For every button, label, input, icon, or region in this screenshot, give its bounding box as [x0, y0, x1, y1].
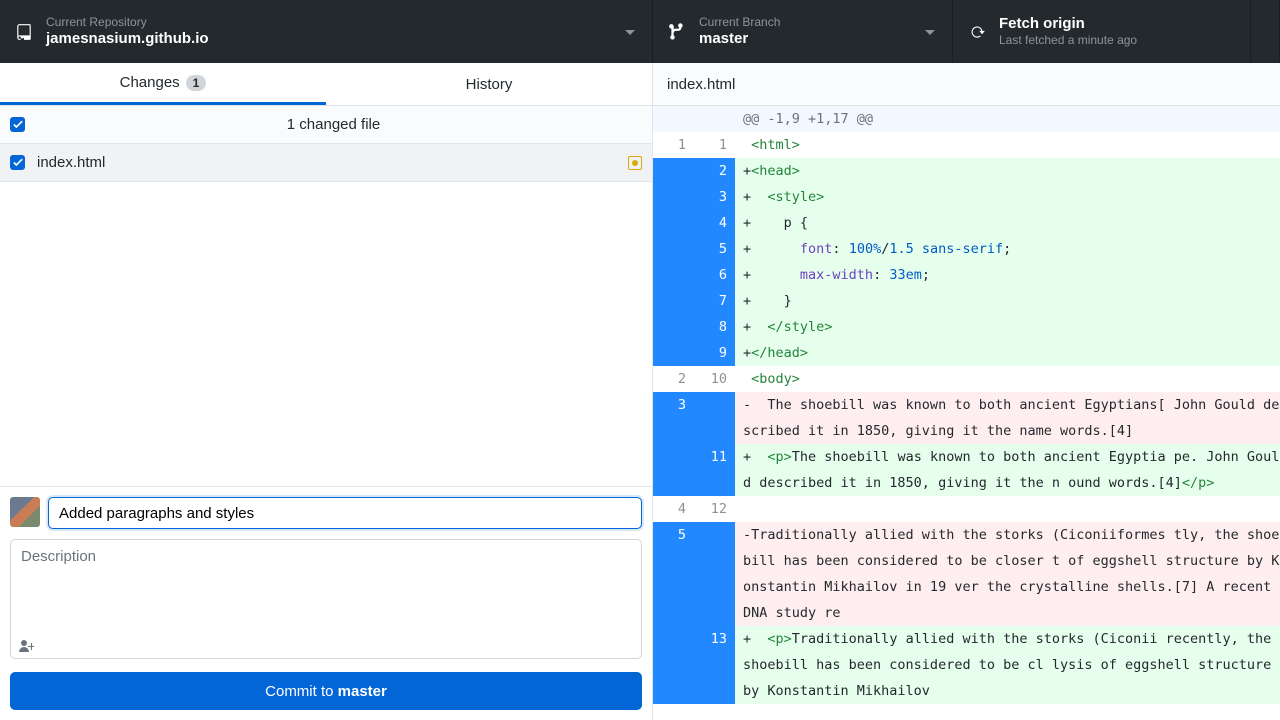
- commit-description-input[interactable]: [10, 539, 642, 659]
- chevron-down-icon: [924, 24, 936, 40]
- sync-icon: [967, 22, 987, 42]
- tabs: Changes 1 History: [0, 63, 652, 106]
- tab-changes-label: Changes: [120, 74, 180, 91]
- fetch-sub: Last fetched a minute ago: [999, 33, 1137, 48]
- diff-filename: index.html: [653, 63, 1280, 106]
- branch-icon: [667, 22, 687, 42]
- avatar: [10, 497, 40, 527]
- branch-label: Current Branch: [699, 15, 780, 30]
- file-row[interactable]: index.html: [0, 144, 652, 182]
- modified-indicator-icon: [628, 156, 642, 170]
- topbar-end: [1250, 0, 1280, 63]
- chevron-down-icon: [624, 24, 636, 40]
- tab-history[interactable]: History: [326, 63, 652, 105]
- branch-selector[interactable]: Current Branch master: [653, 0, 953, 63]
- commit-form: Commit to master: [0, 486, 652, 720]
- tab-history-label: History: [466, 76, 513, 93]
- repo-icon: [14, 22, 34, 42]
- file-name: index.html: [37, 154, 628, 171]
- commit-button-prefix: Commit to: [265, 683, 338, 700]
- changes-count-badge: 1: [186, 75, 207, 91]
- commit-summary-input[interactable]: [48, 497, 642, 529]
- commit-button-branch: master: [338, 683, 387, 700]
- diff-panel: index.html @@ -1,9 +1,17 @@11 <html>2+<h…: [653, 63, 1280, 720]
- repo-selector[interactable]: Current Repository jamesnasium.github.io: [0, 0, 653, 63]
- fetch-origin-button[interactable]: Fetch origin Last fetched a minute ago: [953, 0, 1250, 63]
- changed-files-header: 1 changed file: [0, 106, 652, 144]
- commit-button[interactable]: Commit to master: [10, 672, 642, 710]
- branch-name: master: [699, 30, 780, 49]
- left-panel: Changes 1 History 1 changed file index.h…: [0, 63, 653, 720]
- file-checkbox[interactable]: [10, 155, 25, 170]
- select-all-checkbox[interactable]: [10, 117, 25, 132]
- add-coauthor-icon[interactable]: [18, 639, 34, 656]
- top-toolbar: Current Repository jamesnasium.github.io…: [0, 0, 1280, 63]
- repo-name: jamesnasium.github.io: [46, 30, 209, 49]
- repo-label: Current Repository: [46, 15, 209, 30]
- diff-body[interactable]: @@ -1,9 +1,17 @@11 <html>2+<head>3+ <sty…: [653, 106, 1280, 720]
- changed-files-count: 1 changed file: [25, 116, 642, 133]
- tab-changes[interactable]: Changes 1: [0, 63, 326, 105]
- fetch-label: Fetch origin: [999, 15, 1137, 34]
